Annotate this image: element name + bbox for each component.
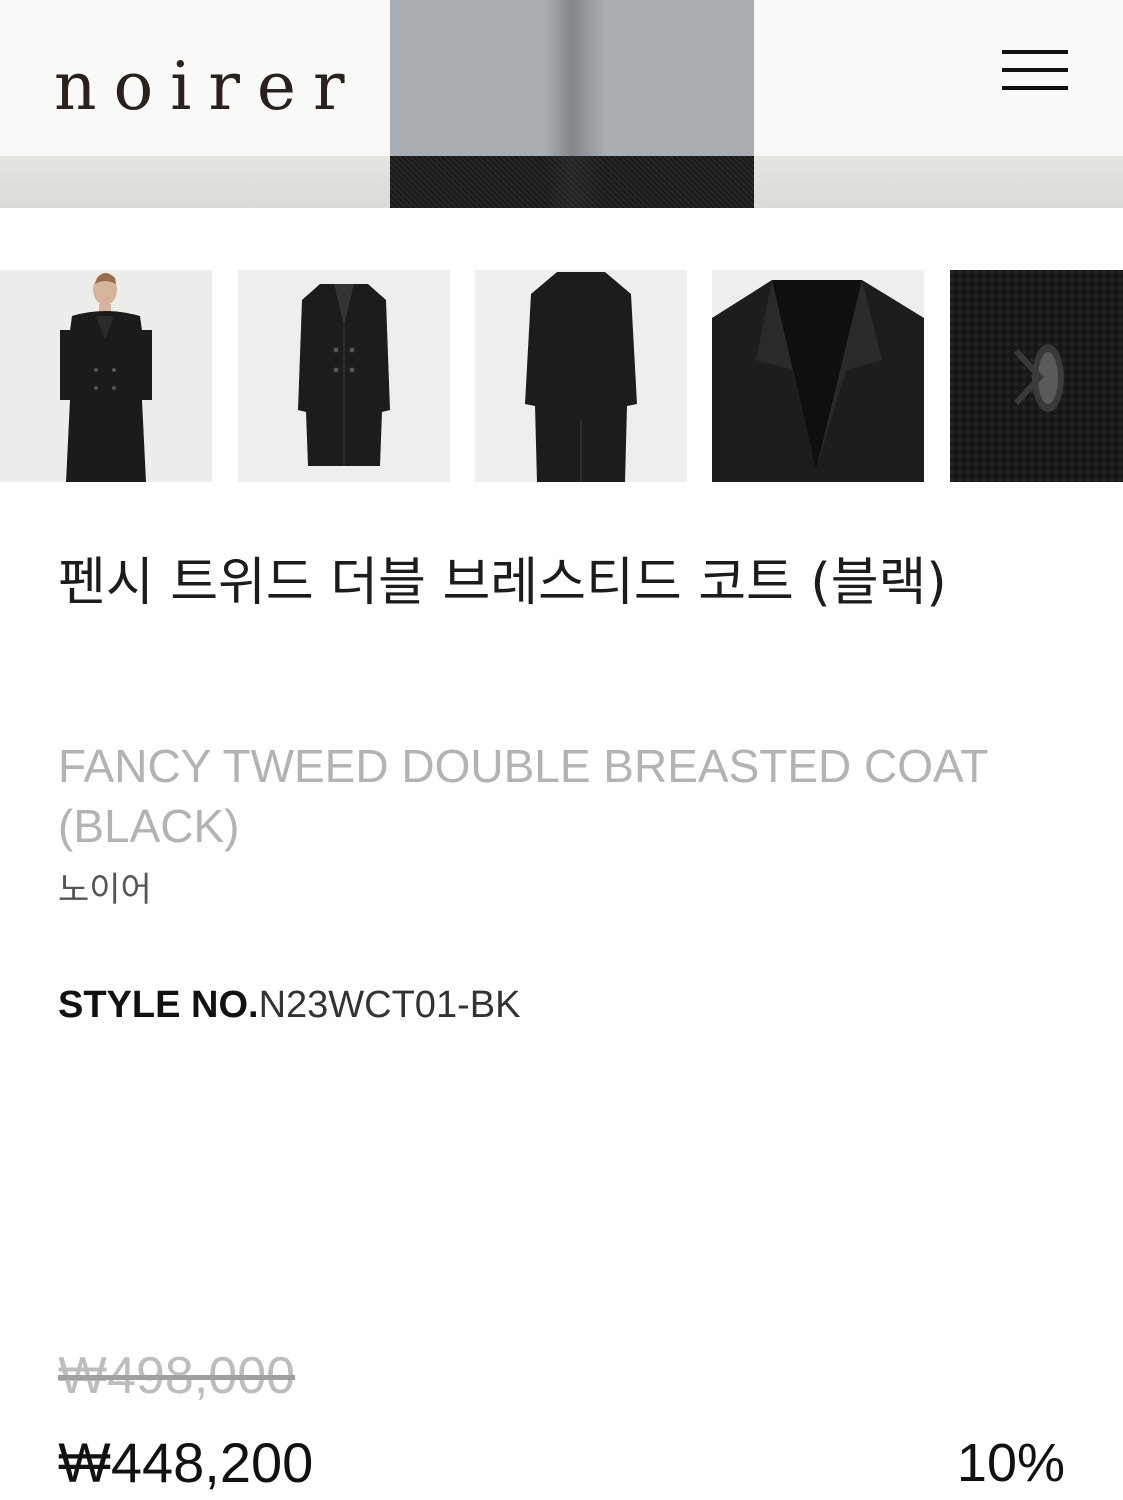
brand-logo[interactable]: noirer [54, 52, 362, 122]
style-number-value: N23WCT01-BK [258, 984, 521, 1026]
thumbnail-coat-front[interactable] [238, 270, 450, 482]
chevron-right-icon[interactable] [1008, 345, 1048, 409]
discount-rate: 10% [956, 1433, 1065, 1493]
thumbnail-coat-back[interactable] [475, 270, 687, 482]
hero-coat-vent [545, 0, 605, 208]
brand-name[interactable]: 노이어 [58, 862, 152, 911]
product-title-korean: 펜시 트위드 더블 브레스티드 코트 (블랙) [58, 553, 947, 613]
style-number-label: STYLE NO. [58, 984, 259, 1026]
original-price: ₩498,000 [58, 1347, 296, 1405]
sale-price: ₩448,200 [58, 1431, 314, 1494]
product-title-english: FANCY TWEED DOUBLE BREASTED COAT (BLACK) [58, 740, 988, 852]
thumbnail-coat-collar-detail[interactable] [712, 270, 924, 482]
style-number: STYLE NO.N23WCT01-BK [58, 984, 520, 1027]
thumbnail-model-wearing-coat[interactable] [0, 270, 212, 482]
thumbnail-strip [0, 270, 1123, 482]
hamburger-menu-icon[interactable] [1002, 50, 1068, 94]
